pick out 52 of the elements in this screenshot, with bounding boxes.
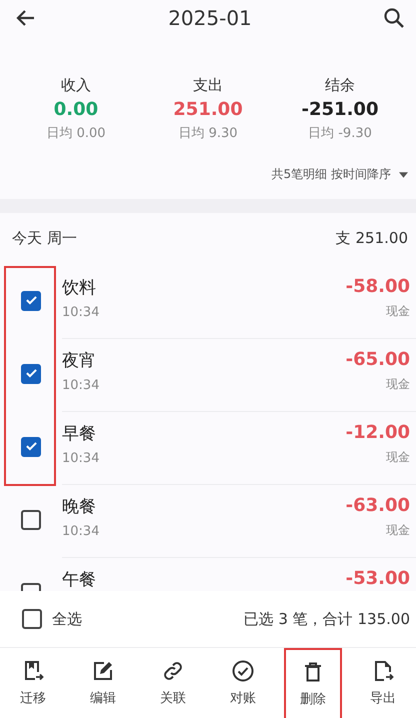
toolbar-button[interactable]: 对账 xyxy=(214,648,272,718)
toolbar-button[interactable]: 导出 xyxy=(354,648,412,718)
summary-amount: -251.00 xyxy=(302,99,378,120)
check-icon xyxy=(26,442,36,451)
day-label: 今天 周一 xyxy=(12,229,77,248)
entry-name: 饮料 xyxy=(62,277,97,299)
entry-time: 10:34 xyxy=(62,378,100,393)
caret-icon xyxy=(399,172,408,178)
summary-label: 结余 xyxy=(325,76,355,95)
entry-amount: -65.00 xyxy=(346,349,410,370)
summary-amount: 251.00 xyxy=(173,99,243,120)
summary-amount: 0.00 xyxy=(54,99,98,120)
check-icon xyxy=(26,296,36,305)
sort-dropdown[interactable]: 共5笔明细 按时间降序 xyxy=(270,164,410,185)
summary-label: 支出 xyxy=(193,76,223,95)
checkbox[interactable] xyxy=(21,364,41,384)
entry-time: 10:34 xyxy=(62,524,100,539)
link-icon xyxy=(161,659,185,683)
toolbar-button[interactable]: 关联 xyxy=(144,648,202,718)
check-circle-icon xyxy=(231,659,255,683)
entry-amount: -12.00 xyxy=(346,422,410,443)
entry-account: 现金 xyxy=(386,303,410,320)
entry-name: 晚餐 xyxy=(62,496,97,518)
entry-name: 午餐 xyxy=(62,569,96,591)
entry-amount: -63.00 xyxy=(346,495,410,516)
daily-average: 日均 -9.30 xyxy=(308,125,372,142)
check-icon xyxy=(26,369,36,378)
entry-name: 夜宵 xyxy=(62,350,97,372)
summary-label: 收入 xyxy=(61,76,91,95)
selection-summary: 已选 3 笔，合计 135.00 xyxy=(244,610,410,628)
checkbox[interactable] xyxy=(21,510,41,530)
entry-time: 10:34 xyxy=(62,305,100,320)
edit-icon xyxy=(91,659,115,683)
daily-average: 日均 9.30 xyxy=(178,125,238,142)
entry-account: 现金 xyxy=(386,522,410,539)
toolbar-button[interactable]: 迁移 xyxy=(4,648,62,718)
entry-name: 早餐 xyxy=(62,423,97,445)
select-all-label: 全选 xyxy=(52,610,82,628)
entry-amount: -58.00 xyxy=(346,276,410,297)
daily-average: 日均 0.00 xyxy=(46,125,106,142)
toolbar-button[interactable]: 编辑 xyxy=(74,648,132,718)
day-total: 支 251.00 xyxy=(336,229,408,248)
select-all-checkbox[interactable] xyxy=(22,609,42,629)
entry-amount: -53.00 xyxy=(346,568,410,589)
month-title: 2025-01 xyxy=(168,6,252,30)
checkbox[interactable] xyxy=(21,436,41,456)
entry-account: 现金 xyxy=(386,376,410,393)
entry-time: 10:34 xyxy=(62,451,100,466)
toolbar-button[interactable]: 删除 xyxy=(284,648,342,718)
entry-account: 现金 xyxy=(386,449,410,466)
search-icon[interactable] xyxy=(382,6,406,30)
checkbox[interactable] xyxy=(21,290,41,310)
